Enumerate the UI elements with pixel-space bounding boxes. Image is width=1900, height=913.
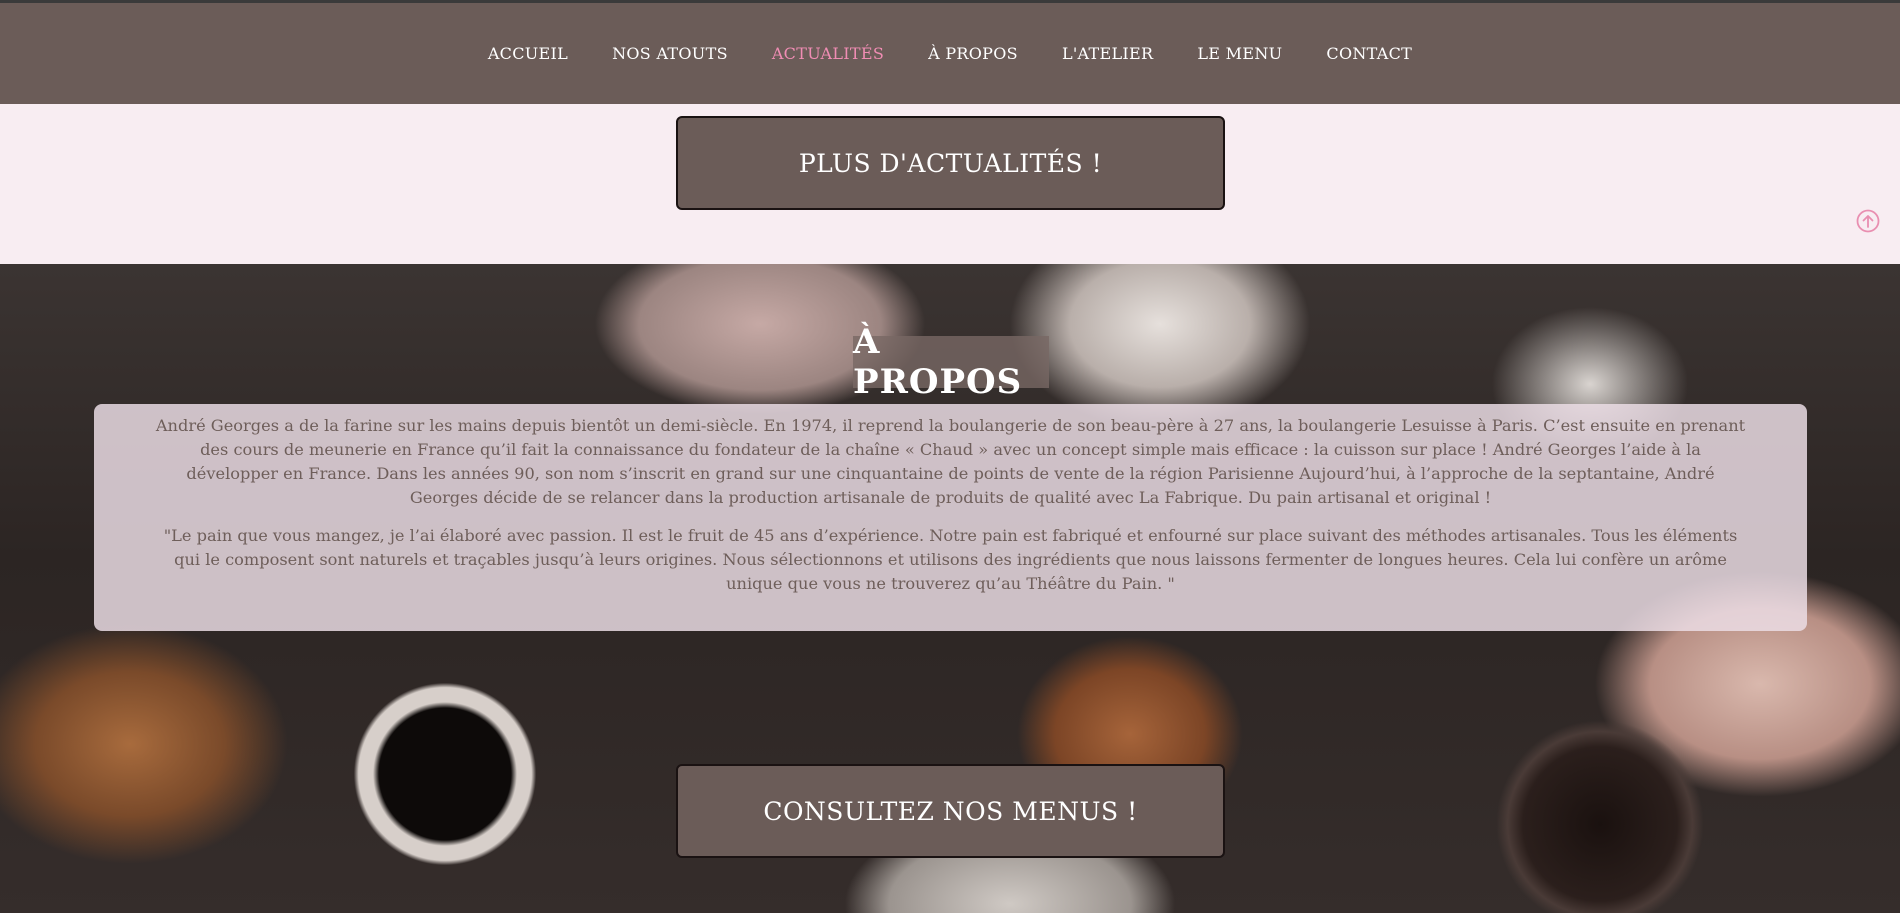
navigation-bar: ACCUEIL NOS ATOUTS ACTUALITÉS À PROPOS L…	[0, 3, 1900, 104]
main-nav: ACCUEIL NOS ATOUTS ACTUALITÉS À PROPOS L…	[0, 3, 1900, 104]
about-paragraph-1: André Georges a de la farine sur les mai…	[155, 416, 1746, 507]
more-news-button[interactable]: PLUS D'ACTUALITÉS !	[676, 116, 1225, 210]
about-title: À PROPOS	[853, 322, 1049, 402]
nav-link-nos-atouts[interactable]: NOS ATOUTS	[612, 44, 728, 63]
nav-link-actualites[interactable]: ACTUALITÉS	[772, 44, 884, 63]
nav-link-a-propos[interactable]: À PROPOS	[928, 44, 1018, 63]
nav-link-accueil[interactable]: ACCUEIL	[488, 44, 568, 63]
about-paragraph-2: "Le pain que vous mangez, je l’ai élabor…	[163, 526, 1738, 593]
nav-link-contact[interactable]: CONTACT	[1326, 44, 1412, 63]
about-text-box: André Georges a de la farine sur les mai…	[94, 404, 1807, 631]
view-menus-button[interactable]: CONSULTEZ NOS MENUS !	[676, 764, 1225, 858]
back-to-top-button[interactable]	[1856, 209, 1880, 233]
arrow-up-circle-icon	[1856, 209, 1880, 233]
nav-link-le-menu[interactable]: LE MENU	[1197, 44, 1282, 63]
nav-link-l-atelier[interactable]: L'ATELIER	[1062, 44, 1153, 63]
